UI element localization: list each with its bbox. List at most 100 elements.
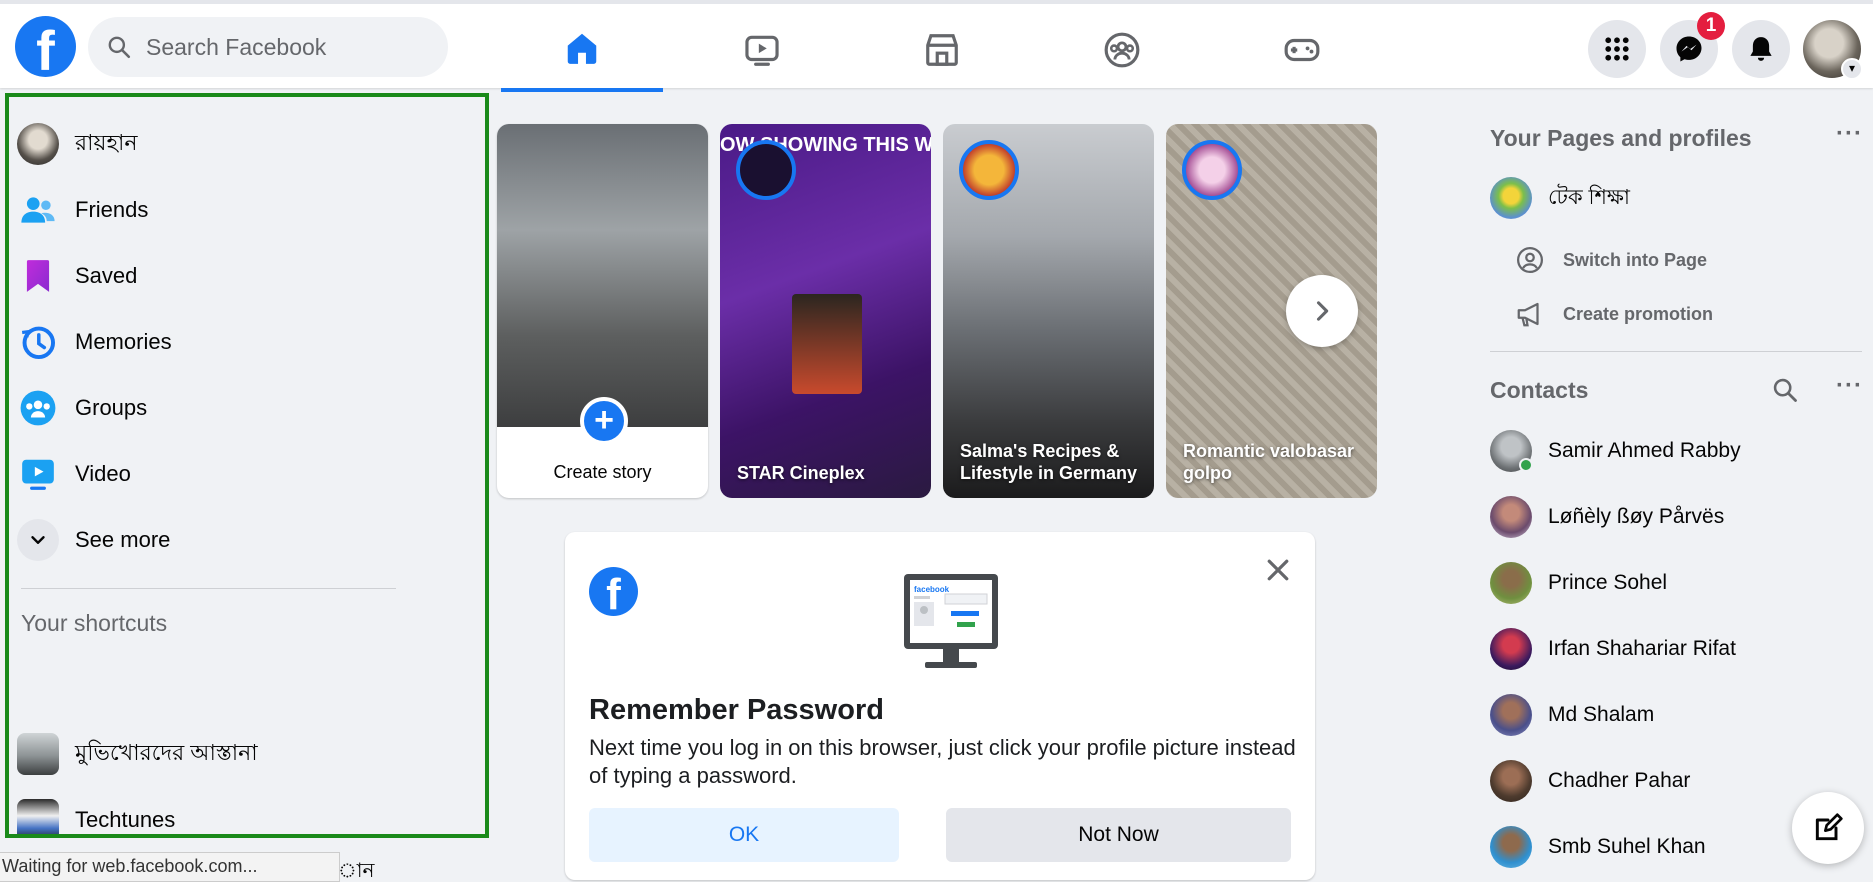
sidebar-item-label: Saved xyxy=(75,263,138,288)
tab-watch[interactable] xyxy=(681,8,843,92)
remember-password-card: f facebook Remember Password Next time y… xyxy=(565,532,1315,880)
pages-heading: Your Pages and profiles xyxy=(1490,125,1752,151)
contact-item[interactable]: Samir Ahmed Rabby xyxy=(1490,425,1860,477)
page-item[interactable]: টেক শিক্ষা xyxy=(1490,172,1860,224)
story-card[interactable]: OW SHOWING THIS WEE STAR Cineplex xyxy=(720,124,931,498)
remember-password-text: Next time you log in on this browser, ju… xyxy=(589,735,1296,788)
shortcut-item[interactable]: Techtunes xyxy=(17,792,477,834)
story-title: Salma's Recipes & Lifestyle in Germany xyxy=(960,441,1138,483)
home-icon xyxy=(567,33,597,64)
contact-item[interactable]: Prince Sohel xyxy=(1490,557,1860,609)
switch-into-page-label: Switch into Page xyxy=(1563,249,1708,270)
online-status-dot xyxy=(1519,458,1533,472)
page-avatar xyxy=(1490,177,1532,219)
not-now-button[interactable]: Not Now xyxy=(946,808,1291,862)
create-story-photo xyxy=(497,124,708,427)
create-promotion-button[interactable]: Create promotion xyxy=(1515,294,1713,334)
contacts-heading: Contacts xyxy=(1490,377,1589,403)
contact-item[interactable]: Løñèly ßøy Pårvës xyxy=(1490,491,1860,543)
contact-item[interactable]: Irfan Shahariar Rifat xyxy=(1490,623,1860,675)
sidebar-item-label: See more xyxy=(75,527,171,552)
story-avatar xyxy=(1182,140,1242,200)
search-input[interactable] xyxy=(146,33,426,61)
close-icon xyxy=(1267,559,1289,581)
sidebar-item-profile[interactable]: রায়হান xyxy=(17,116,477,172)
close-button[interactable] xyxy=(1260,552,1296,588)
contact-name: Smb Suhel Khan xyxy=(1548,835,1706,858)
story-title: Romantic valobasar golpo xyxy=(1183,441,1355,483)
story-avatar xyxy=(736,140,796,200)
ok-button[interactable]: OK xyxy=(589,808,899,862)
sidebar-divider xyxy=(21,588,396,589)
contact-item[interactable]: Md Shalam xyxy=(1490,689,1860,741)
groups-icon xyxy=(20,390,56,426)
messenger-badge: 1 xyxy=(1697,12,1725,40)
bell-icon xyxy=(1750,37,1772,61)
friends-icon xyxy=(21,197,55,223)
chevron-right-icon xyxy=(1316,301,1329,321)
create-story-card[interactable]: + Create story xyxy=(497,124,708,498)
tab-marketplace[interactable] xyxy=(861,8,1023,92)
sidebar-item-label: Memories xyxy=(75,329,172,354)
chevron-down-icon xyxy=(31,536,45,544)
compose-icon xyxy=(1815,813,1843,841)
marketplace-icon xyxy=(926,34,958,66)
sidebar-item-groups[interactable]: Groups xyxy=(17,380,477,436)
contact-name: Samir Ahmed Rabby xyxy=(1548,439,1741,462)
sidebar-item-saved[interactable]: Saved xyxy=(17,248,477,304)
contact-name: Løñèly ßøy Pårvës xyxy=(1548,505,1725,528)
sidebar-item-friends[interactable]: Friends xyxy=(17,182,477,238)
sidebar-see-more[interactable]: See more xyxy=(17,512,477,568)
contact-avatar xyxy=(1490,826,1532,868)
pages-more-icon[interactable]: ··· xyxy=(1836,120,1863,148)
new-message-button[interactable] xyxy=(1792,792,1864,864)
facebook-logo[interactable]: f xyxy=(15,16,76,77)
browser-status-bar: Waiting for web.facebook.com... xyxy=(0,852,340,882)
right-rail-divider xyxy=(1490,351,1862,352)
page-name: টেক শিক্ষা xyxy=(1548,185,1631,209)
contact-name: Irfan Shahariar Rifat xyxy=(1548,637,1736,660)
bookmark-icon xyxy=(26,260,50,292)
partially-hidden-text: ান xyxy=(338,860,375,882)
watch-icon xyxy=(745,35,779,66)
sidebar-item-memories[interactable]: Memories xyxy=(17,314,477,370)
contacts-more-icon[interactable]: ··· xyxy=(1836,372,1863,400)
create-story-label: Create story xyxy=(553,462,652,482)
story-card[interactable]: Salma's Recipes & Lifestyle in Germany xyxy=(943,124,1154,498)
sidebar-item-video[interactable]: Video xyxy=(17,446,477,502)
top-navigation-bar: f 1 ▾ xyxy=(0,0,1873,92)
shortcut-label: মুভিখোরদের আস্তানা xyxy=(75,739,258,765)
sidebar-item-label: Groups xyxy=(75,395,148,420)
contacts-search-button[interactable] xyxy=(1771,376,1799,409)
remember-password-title: Remember Password xyxy=(589,694,884,726)
contact-avatar xyxy=(1490,430,1533,472)
tab-home[interactable] xyxy=(501,8,663,92)
create-promotion-label: Create promotion xyxy=(1563,303,1714,324)
switch-into-page-button[interactable]: Switch into Page xyxy=(1515,240,1707,280)
groups-icon xyxy=(1104,32,1140,68)
story-avatar xyxy=(959,140,1019,200)
menu-button[interactable] xyxy=(1588,20,1646,78)
account-chevron-down-icon[interactable]: ▾ xyxy=(1841,58,1863,80)
shortcuts-heading: Your shortcuts xyxy=(21,610,168,636)
story-poster xyxy=(792,294,862,394)
shortcut-item[interactable]: মুভিখোরদের আস্তানা xyxy=(17,726,477,782)
contact-avatar xyxy=(1490,760,1532,802)
monitor-brand-text: facebook xyxy=(914,585,950,594)
contact-avatar xyxy=(1490,628,1532,670)
clock-icon xyxy=(21,326,56,360)
plus-icon[interactable]: + xyxy=(580,397,628,445)
sidebar-item-label: Video xyxy=(75,461,131,486)
notifications-button[interactable] xyxy=(1732,20,1790,78)
search-icon xyxy=(108,36,131,59)
search-box[interactable] xyxy=(88,17,448,77)
search-icon xyxy=(1773,378,1797,402)
stories-next-button[interactable] xyxy=(1286,275,1358,347)
tab-gaming[interactable] xyxy=(1221,8,1383,92)
contact-name: Prince Sohel xyxy=(1548,571,1668,594)
contact-avatar xyxy=(1490,496,1532,538)
sidebar-item-label: Friends xyxy=(75,197,149,222)
menu-grid-icon xyxy=(1605,37,1629,61)
switch-profile-icon xyxy=(1517,247,1543,273)
tab-groups[interactable] xyxy=(1041,8,1203,92)
